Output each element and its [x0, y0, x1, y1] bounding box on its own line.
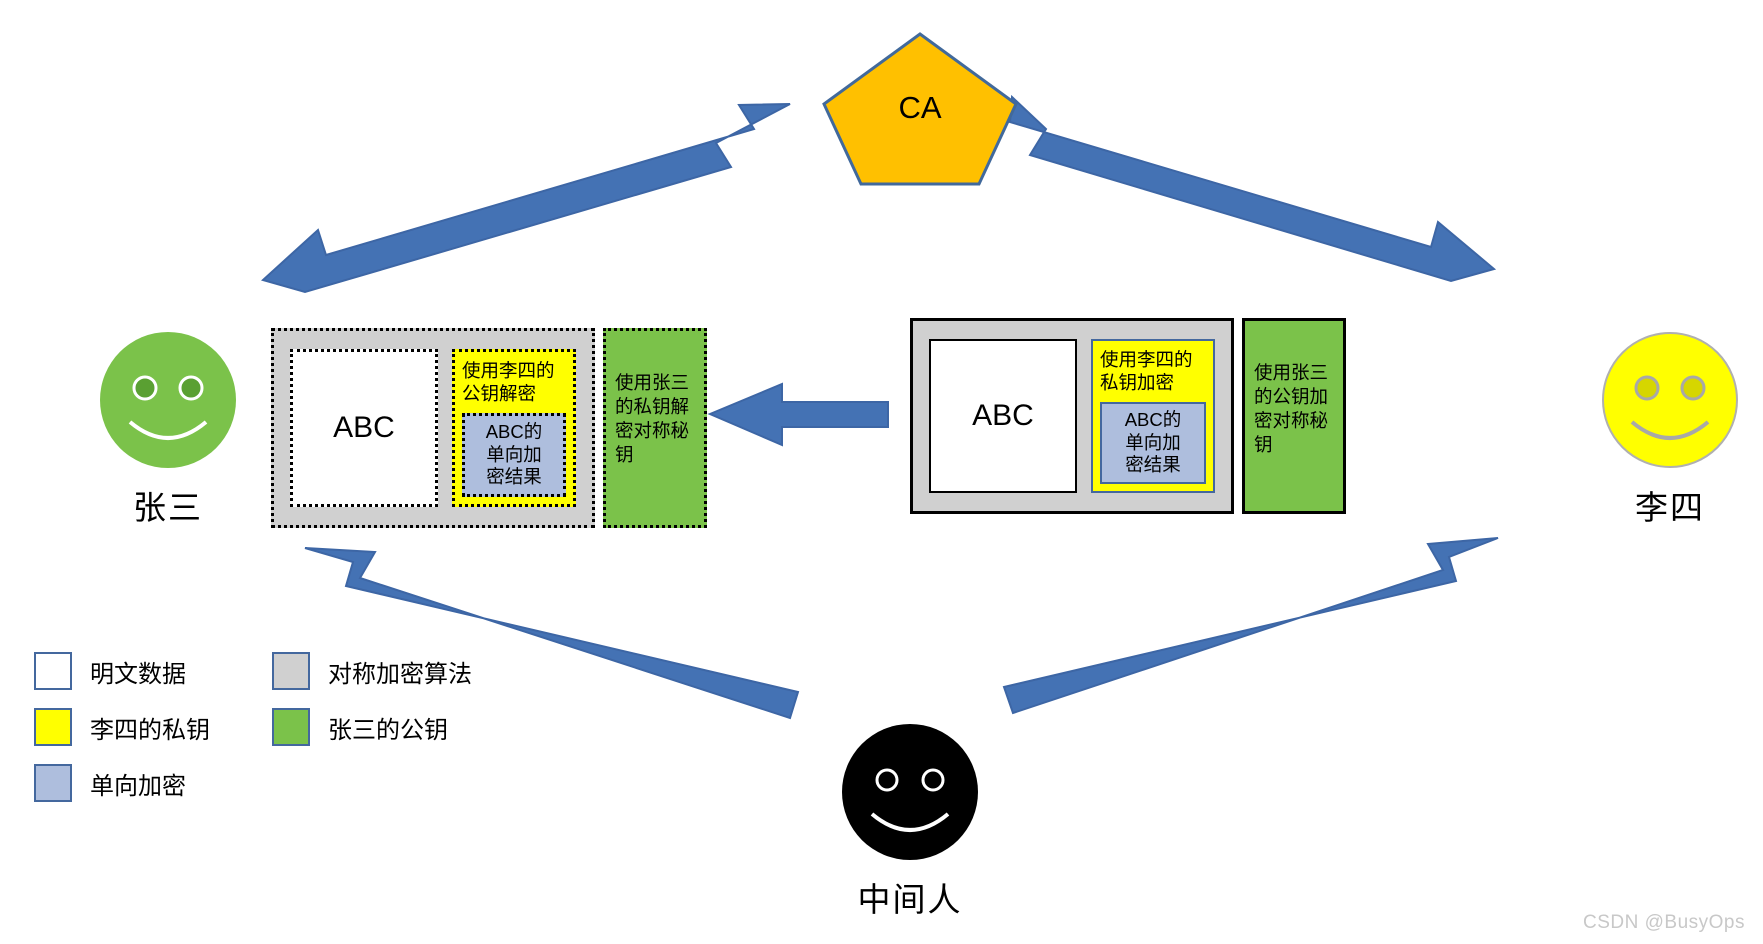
arrow-ca-to-zhangsan: [260, 103, 791, 294]
hash-result-box-right: ABC的 单向加 密结果: [1100, 402, 1206, 484]
key-operation-line1: 使用李四的: [1100, 349, 1193, 370]
session-key-line3: 密对称秘: [1254, 410, 1329, 432]
key-operation-box-left: 使用李四的 公钥解密 ABC的 单向加 密结果: [452, 349, 576, 507]
legend-label-symmetric: 对称加密算法: [328, 660, 472, 688]
actor-zhangsan[interactable]: 张三: [58, 330, 278, 529]
key-operation-line1: 使用李四的: [462, 360, 555, 381]
session-key-line2: 的私钥解: [615, 396, 690, 418]
key-operation-line2: 私钥加密: [1100, 371, 1175, 393]
symmetric-algorithm-box-right: ABC 使用李四的 私钥加密 ABC的 单向加 密结果: [910, 318, 1234, 514]
actor-lisi[interactable]: 李四: [1560, 330, 1763, 529]
ca-label: CA: [898, 90, 942, 125]
hash-line3: 密结果: [486, 466, 542, 488]
hash-line1: ABC的: [1124, 409, 1182, 431]
watermark: CSDN @BusyOps: [1583, 912, 1745, 933]
legend-label-one-way-hash: 单向加密: [90, 772, 186, 800]
session-key-line2: 的公钥加: [1254, 386, 1329, 408]
legend-item-lisi-private-key: 李四的私钥: [34, 708, 210, 746]
legend-label-plaintext: 明文数据: [90, 660, 186, 688]
legend-item-symmetric: 对称加密算法: [272, 652, 472, 690]
legend-swatch-zhangsan-public-key: [272, 708, 310, 746]
plaintext-box-left: ABC: [290, 349, 438, 507]
session-key-box-left: 使用张三 的私钥解 密对称秘 钥: [603, 328, 707, 528]
hash-line3: 密结果: [1125, 454, 1181, 476]
legend-swatch-lisi-private-key: [34, 708, 72, 746]
smiley-face-black-icon: [842, 724, 978, 860]
legend-item-zhangsan-public-key: 张三的公钥: [272, 708, 472, 746]
legend-item-plaintext: 明文数据: [34, 652, 210, 690]
legend: 明文数据 对称加密算法 李四的私钥 张三的公钥 单向加密: [34, 652, 472, 802]
smiley-face-yellow-icon: [1602, 332, 1738, 468]
session-key-line3: 密对称秘: [615, 420, 690, 442]
hash-line1: ABC的: [485, 421, 543, 443]
key-operation-box-right: 使用李四的 私钥加密 ABC的 单向加 密结果: [1091, 339, 1215, 493]
actor-lisi-label: 李四: [1635, 489, 1705, 526]
session-key-line4: 钥: [1254, 434, 1273, 456]
ca-node[interactable]: CA: [820, 28, 1020, 188]
legend-swatch-symmetric: [272, 652, 310, 690]
legend-swatch-plaintext: [34, 652, 72, 690]
smiley-face-green-icon: [100, 332, 236, 468]
hash-line2: 单向加: [1125, 431, 1181, 453]
symmetric-algorithm-box-left: ABC 使用李四的 公钥解密 ABC的 单向加 密结果: [271, 328, 595, 528]
arrow-ca-to-lisi: [1008, 94, 1497, 283]
legend-item-empty: [272, 764, 472, 802]
hash-line2: 单向加: [486, 443, 542, 465]
key-operation-line2: 公钥解密: [462, 382, 537, 404]
legend-item-one-way-hash: 单向加密: [34, 764, 210, 802]
session-key-line4: 钥: [615, 444, 634, 466]
session-key-box-right: 使用张三 的公钥加 密对称秘 钥: [1242, 318, 1346, 514]
plaintext-box-right: ABC: [929, 339, 1077, 493]
session-key-line1: 使用张三: [615, 372, 690, 393]
arrow-mitm-to-lisi: [1002, 537, 1499, 715]
actor-mitm[interactable]: 中间人: [800, 722, 1020, 921]
diagram-canvas: CA 张三 李四 中间人 ABC 使用李四的 公钥解密 ABC的 单向加 密结果…: [0, 0, 1763, 944]
actor-mitm-label: 中间人: [857, 881, 963, 918]
legend-label-zhangsan-public-key: 张三的公钥: [328, 716, 448, 744]
hash-result-box-left: ABC的 单向加 密结果: [462, 413, 566, 497]
actor-zhangsan-label: 张三: [133, 489, 203, 526]
message-block-encrypt[interactable]: ABC 使用李四的 私钥加密 ABC的 单向加 密结果 使用张三 的公钥加 密对…: [910, 318, 1346, 514]
message-block-decrypt[interactable]: ABC 使用李四的 公钥解密 ABC的 单向加 密结果 使用张三 的私钥解 密对…: [271, 328, 707, 528]
legend-label-lisi-private-key: 李四的私钥: [90, 716, 210, 744]
legend-swatch-one-way-hash: [34, 764, 72, 802]
arrow-lisi-to-zhangsan: [707, 382, 889, 447]
session-key-line1: 使用张三: [1254, 362, 1329, 383]
